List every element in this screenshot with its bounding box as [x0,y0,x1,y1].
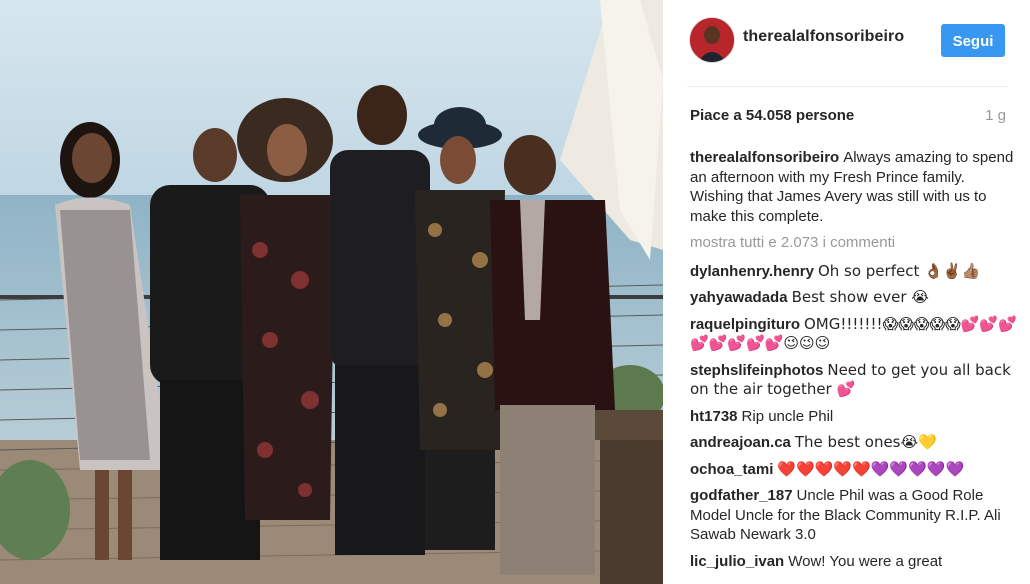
comment-text: Wow! You were a great [788,552,943,570]
comment-item: ochoa_tami ❤️❤️❤️❤️❤️💜💜💜💜💜 [690,460,1020,480]
comment-item: ht1738 Rip uncle Phil [690,407,1020,427]
comment-author[interactable]: andreajoan.ca [690,434,791,451]
comment-item: godfather_187 Uncle Phil was a Good Role … [690,486,1020,545]
follow-button[interactable]: Segui [941,24,1005,57]
comment-text: The best ones😭💛 [794,433,937,451]
divider [687,86,1007,87]
post-header: therealalfonsoribeiro Segui [663,0,1030,80]
comment-item: andreajoan.ca The best ones😭💛 [690,433,1020,453]
comment-item: yahyawadada Best show ever 😭 [690,288,1020,308]
comment-text: Oh so perfect 👌🏾✌🏾👍🏽 [817,261,981,280]
comment-author[interactable]: dylanhenry.henry [690,263,814,280]
caption-author[interactable]: therealalfonsoribeiro [690,149,839,166]
person-3 [237,98,335,520]
post-username[interactable]: therealalfonsoribeiro [743,28,904,46]
comment-item: raquelpingituro OMG!!!!!!!😱😱😱😱😱💕💕💕💕💕💕💕💕😉😉… [690,315,1020,354]
group-photo-image [0,0,663,584]
comment-author[interactable]: godfather_187 [690,487,793,504]
comment-item: stephslifeinphotos Need to get you all ba… [690,361,1020,400]
comment-text: ❤️❤️❤️❤️❤️💜💜💜💜💜 [777,459,965,478]
comment-author[interactable]: ochoa_tami [690,461,773,478]
avatar[interactable] [689,17,735,63]
comment-item: lic_julio_ivan Wow! You were a great [690,552,1020,572]
comment-item: dylanhenry.henry Oh so perfect 👌🏾✌🏾👍🏽 [690,262,1020,282]
person-4 [330,85,430,555]
comment-author[interactable]: raquelpingituro [690,316,800,333]
comment-author[interactable]: lic_julio_ivan [690,553,784,570]
post-time[interactable]: 1 g [985,107,1006,124]
show-all-comments-link[interactable]: mostra tutti e 2.073 i commenti [690,233,1020,253]
comment-text: Rip uncle Phil [741,407,834,425]
comments-list: therealalfonsoribeiro Always amazing to s… [690,148,1020,578]
comment-text: Best show ever 😭 [791,288,929,306]
caption: therealalfonsoribeiro Always amazing to s… [690,148,1020,226]
comment-author[interactable]: ht1738 [690,408,738,425]
post-photo[interactable] [0,0,663,584]
comment-author[interactable]: yahyawadada [690,289,788,306]
likes-count[interactable]: Piace a 54.058 persone [690,107,854,124]
post-details-panel: therealalfonsoribeiro Segui Piace a 54.0… [663,0,1030,584]
avatar-image [690,18,734,62]
comment-author[interactable]: stephslifeinphotos [690,362,823,379]
